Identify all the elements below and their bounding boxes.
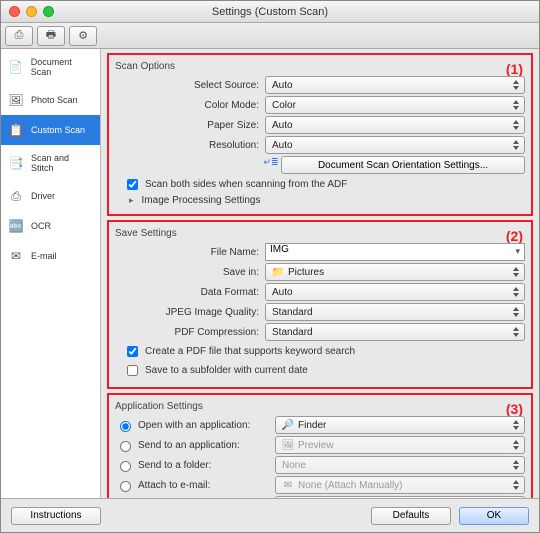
annotation-1: (1) (506, 61, 523, 77)
sidebar-item-photo-scan[interactable]: 🖼 Photo Scan (1, 85, 100, 115)
sidebar-item-scan-and-stitch[interactable]: 📑 Scan and Stitch (1, 145, 100, 181)
sidebar-item-label: Custom Scan (31, 125, 85, 135)
sidebar-item-label: Scan and Stitch (31, 153, 94, 173)
tab-scan-from-computer[interactable]: ⎙ (5, 26, 33, 46)
pdf-compression-label: PDF Compression: (115, 327, 265, 338)
send-to-folder-dropdown[interactable]: None (275, 456, 525, 474)
paper-size-label: Paper Size: (115, 120, 265, 131)
save-settings-title: Save Settings (115, 228, 525, 239)
instructions-button[interactable]: Instructions (11, 507, 101, 525)
titlebar: Settings (Custom Scan) (1, 1, 539, 23)
save-settings-group: (2) Save Settings File Name:IMG Save in:… (107, 220, 533, 389)
scan-options-group: (1) Scan Options Select Source:Auto Colo… (107, 53, 533, 216)
sidebar-item-label: Driver (31, 191, 55, 201)
annotation-2: (2) (506, 228, 523, 244)
custom-icon: 📋 (7, 123, 25, 137)
tab-general-settings[interactable]: ⚙ (69, 26, 97, 46)
window-title: Settings (Custom Scan) (1, 6, 539, 18)
send-to-app-dropdown[interactable]: 🖼Preview (275, 436, 525, 454)
save-subfolder-checkbox[interactable]: Save to a subfolder with current date (123, 362, 525, 379)
zoom-icon[interactable] (43, 6, 54, 17)
finder-icon: 🔎 (282, 419, 294, 431)
image-processing-disclosure[interactable]: ▸Image Processing Settings (129, 195, 525, 206)
footer: Instructions Defaults OK (1, 498, 539, 532)
preview-icon: 🖼 (282, 439, 294, 451)
sidebar-item-label: Photo Scan (31, 95, 78, 105)
stitch-icon: 📑 (7, 156, 25, 170)
application-settings-group: (3) Application Settings Open with an ap… (107, 393, 533, 498)
attach-email-dropdown[interactable]: ✉None (Attach Manually) (275, 476, 525, 494)
annotation-3: (3) (506, 401, 523, 417)
save-in-label: Save in: (115, 267, 265, 278)
defaults-button[interactable]: Defaults (371, 507, 451, 525)
start-ocr-dropdown[interactable]: 📝Output to Text (275, 496, 525, 498)
mail-icon: ✉ (282, 479, 294, 491)
sidebar-item-email[interactable]: ✉ E-mail (1, 241, 100, 271)
open-with-app-dropdown[interactable]: 🔎Finder (275, 416, 525, 434)
tab-scan-from-panel[interactable]: 🖶 (37, 26, 65, 46)
jpeg-quality-dropdown[interactable]: Standard (265, 303, 525, 321)
email-icon: ✉ (7, 249, 25, 263)
folder-icon: 📁 (272, 266, 284, 278)
ok-button[interactable]: OK (459, 507, 529, 525)
sidebar-item-custom-scan[interactable]: 📋 Custom Scan (1, 115, 100, 145)
close-icon[interactable] (9, 6, 20, 17)
data-format-label: Data Format: (115, 287, 265, 298)
sidebar-item-label: E-mail (31, 251, 57, 261)
toolbar: ⎙ 🖶 ⚙ (1, 23, 539, 49)
data-format-dropdown[interactable]: Auto (265, 283, 525, 301)
application-settings-title: Application Settings (115, 401, 525, 412)
color-mode-label: Color Mode: (115, 100, 265, 111)
photo-icon: 🖼 (7, 93, 25, 107)
content-area: (1) Scan Options Select Source:Auto Colo… (101, 49, 539, 498)
attach-email-radio[interactable]: Attach to e-mail: (115, 478, 210, 492)
scan-both-sides-checkbox[interactable]: Scan both sides when scanning from the A… (123, 176, 525, 193)
pdf-keyword-search-checkbox[interactable]: Create a PDF file that supports keyword … (123, 343, 525, 360)
file-name-label: File Name: (115, 247, 265, 258)
orientation-icon: ↵≣ (265, 156, 277, 168)
select-source-dropdown[interactable]: Auto (265, 76, 525, 94)
disclosure-icon: ▸ (129, 195, 134, 206)
ocr-icon: 🔤 (7, 219, 25, 233)
sidebar-item-document-scan[interactable]: 📄 Document Scan (1, 49, 100, 85)
sidebar-item-driver[interactable]: ⎙ Driver (1, 181, 100, 211)
document-icon: 📄 (7, 60, 25, 74)
send-to-folder-radio[interactable]: Send to a folder: (115, 458, 211, 472)
driver-icon: ⎙ (7, 189, 25, 203)
file-name-input[interactable]: IMG (265, 243, 525, 261)
settings-window: Settings (Custom Scan) ⎙ 🖶 ⚙ 📄 Document S… (0, 0, 540, 533)
orientation-settings-button[interactable]: Document Scan Orientation Settings... (281, 156, 525, 174)
minimize-icon[interactable] (26, 6, 37, 17)
resolution-label: Resolution: (115, 140, 265, 151)
select-source-label: Select Source: (115, 80, 265, 91)
resolution-dropdown[interactable]: Auto (265, 136, 525, 154)
sidebar-item-label: Document Scan (31, 57, 94, 77)
pdf-compression-dropdown[interactable]: Standard (265, 323, 525, 341)
sidebar-item-ocr[interactable]: 🔤 OCR (1, 211, 100, 241)
save-in-dropdown[interactable]: 📁Pictures (265, 263, 525, 281)
send-to-app-radio[interactable]: Send to an application: (115, 438, 240, 452)
open-with-app-radio[interactable]: Open with an application: (115, 418, 250, 432)
sidebar-item-label: OCR (31, 221, 51, 231)
paper-size-dropdown[interactable]: Auto (265, 116, 525, 134)
scan-options-title: Scan Options (115, 61, 525, 72)
sidebar: 📄Document Scan 🖼Photo Scan 📋Custom Scan … (1, 49, 101, 498)
color-mode-dropdown[interactable]: Color (265, 96, 525, 114)
jpeg-quality-label: JPEG Image Quality: (115, 307, 265, 318)
